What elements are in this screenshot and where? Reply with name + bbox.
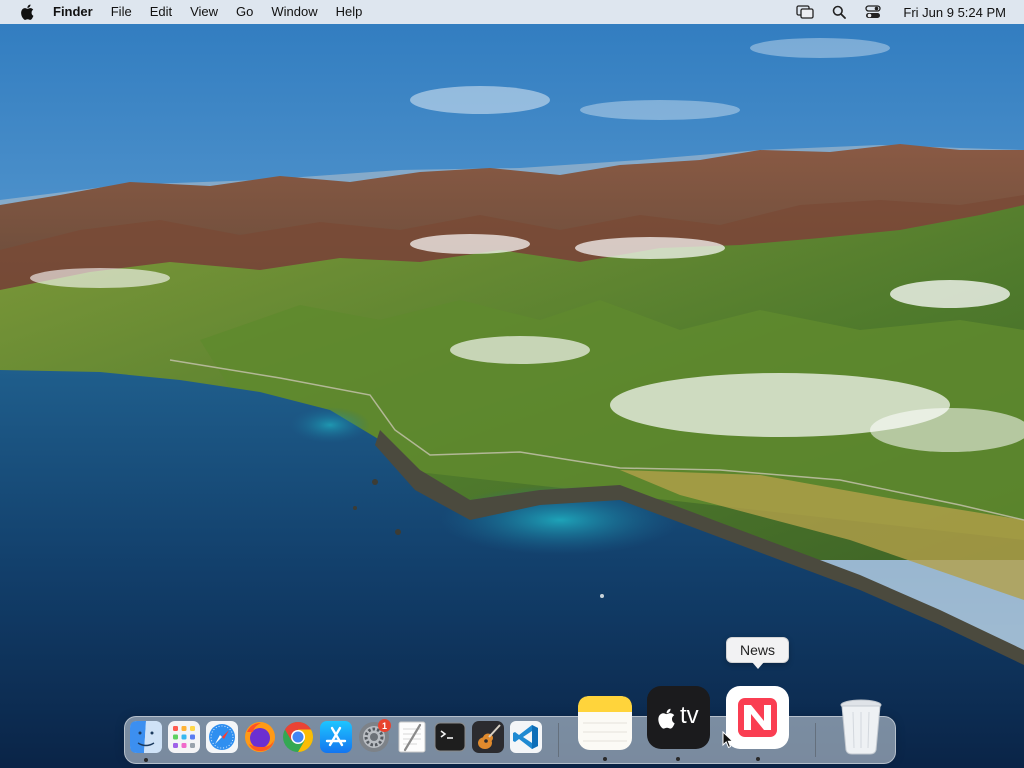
notification-badge: 1 — [378, 719, 391, 732]
notes-icon[interactable] — [577, 695, 633, 751]
menu-view[interactable]: View — [181, 0, 227, 24]
spotlight-search-icon[interactable] — [829, 2, 849, 22]
desktop-wallpaper — [0, 0, 1024, 768]
safari-icon[interactable] — [205, 720, 239, 754]
apple-tv-label: tv — [680, 702, 699, 729]
menu-bar: Finder File Edit View Go Window Help Fri… — [0, 0, 1024, 24]
dock-divider — [815, 723, 816, 757]
finder-icon[interactable] — [129, 720, 163, 754]
running-indicator — [144, 758, 148, 762]
textedit-icon[interactable] — [395, 720, 429, 754]
running-indicator — [603, 757, 607, 761]
terminal-icon[interactable] — [433, 720, 467, 754]
control-center-icon[interactable] — [863, 2, 883, 22]
firefox-icon[interactable] — [243, 720, 277, 754]
apple-logo-icon[interactable] — [17, 2, 37, 22]
menu-bar-left: Finder File Edit View Go Window Help — [0, 0, 371, 24]
menu-window[interactable]: Window — [262, 0, 326, 24]
menu-edit[interactable]: Edit — [141, 0, 181, 24]
menu-bar-right: Fri Jun 9 5:24 PM — [781, 0, 1024, 24]
running-indicator — [676, 757, 680, 761]
launchpad-icon[interactable] — [167, 720, 201, 754]
menu-file[interactable]: File — [102, 0, 141, 24]
mouse-pointer-icon — [722, 730, 734, 754]
app-store-icon[interactable] — [319, 720, 353, 754]
dock-divider — [558, 723, 559, 757]
chrome-icon[interactable] — [281, 720, 315, 754]
menu-finder[interactable]: Finder — [49, 0, 102, 24]
trash-icon[interactable] — [838, 698, 884, 756]
menu-go[interactable]: Go — [227, 0, 262, 24]
menu-bar-clock[interactable]: Fri Jun 9 5:24 PM — [903, 5, 1006, 20]
news-icon[interactable] — [725, 685, 790, 750]
garageband-icon[interactable] — [471, 720, 505, 754]
dock-tooltip: News — [726, 637, 789, 669]
running-indicator — [756, 757, 760, 761]
screen-mirroring-icon[interactable] — [795, 2, 815, 22]
apple-tv-icon[interactable] — [646, 685, 711, 750]
vscode-icon[interactable] — [509, 720, 543, 754]
menu-help[interactable]: Help — [327, 0, 372, 24]
